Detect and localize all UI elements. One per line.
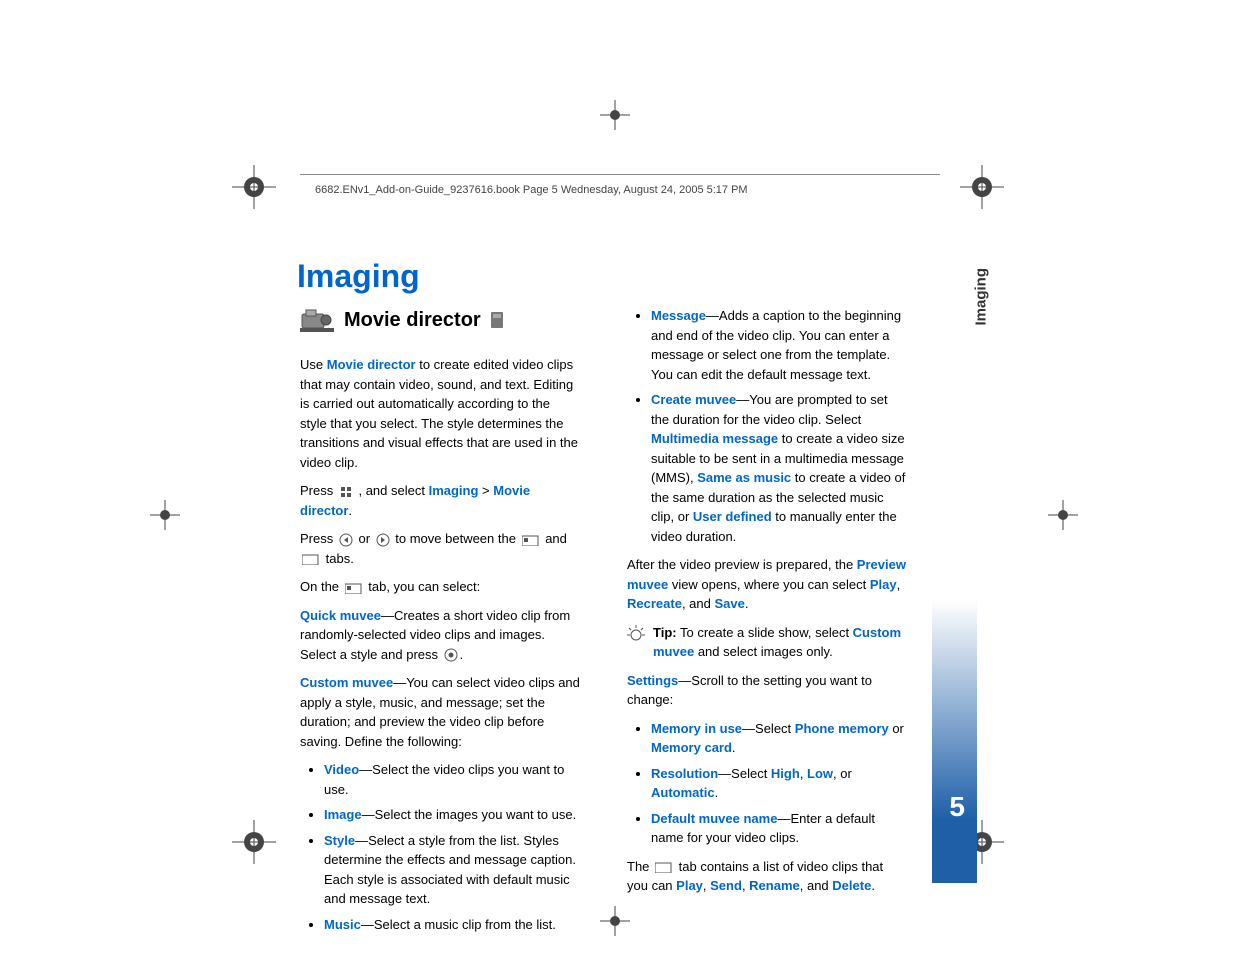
crop-mark-icon: [600, 100, 630, 130]
settings-list: Memory in use—Select Phone memory or Mem…: [627, 719, 907, 848]
list-item: Create muvee—You are prompted to set the…: [651, 390, 907, 546]
list-item: Music—Select a music clip from the list.: [324, 915, 580, 935]
press-select-line: Press , and select Imaging > Movie direc…: [300, 481, 580, 520]
custom-muvee-list-cont: Message—Adds a caption to the beginning …: [627, 306, 907, 546]
list-item: Message—Adds a caption to the beginning …: [651, 306, 907, 384]
tip-block: Tip: To create a slide show, select Cust…: [627, 623, 907, 662]
section-header: Movie director: [300, 305, 505, 335]
crop-mark-icon: [232, 820, 276, 864]
tab1-icon: [345, 582, 363, 594]
press-move-line: Press or to move between the and tabs.: [300, 529, 580, 568]
section-title: Movie director: [344, 305, 481, 335]
custom-muvee-paragraph: Custom muvee—You can select video clips …: [300, 673, 580, 751]
header-rule: [300, 174, 940, 175]
crop-mark-icon: [232, 165, 276, 209]
crop-mark-icon: [150, 500, 180, 530]
tip-icon: [627, 625, 645, 643]
on-tab-line: On the tab, you can select:: [300, 577, 580, 597]
list-item: Resolution—Select High, Low, or Automati…: [651, 764, 907, 803]
memory-card-icon: [491, 312, 505, 328]
settings-paragraph: Settings—Scroll to the setting you want …: [627, 671, 907, 710]
list-item: Style—Select a style from the list. Styl…: [324, 831, 580, 909]
side-label: Imaging: [971, 268, 994, 326]
crop-mark-icon: [600, 906, 630, 936]
right-column: Message—Adds a caption to the beginning …: [627, 306, 907, 905]
page-number: 5: [949, 786, 965, 828]
custom-muvee-list: Video—Select the video clips you want to…: [300, 760, 580, 934]
crop-mark-icon: [1048, 500, 1078, 530]
page-title: Imaging: [297, 252, 420, 300]
preview-paragraph: After the video preview is prepared, the…: [627, 555, 907, 614]
quick-muvee-paragraph: Quick muvee—Creates a short video clip f…: [300, 606, 580, 665]
menu-key-icon: [339, 485, 353, 499]
list-item: Image—Select the images you want to use.: [324, 805, 580, 825]
tab1-icon: [522, 534, 540, 546]
tab-list-paragraph: The tab contains a list of video clips t…: [627, 857, 907, 896]
list-item: Video—Select the video clips you want to…: [324, 760, 580, 799]
list-item: Memory in use—Select Phone memory or Mem…: [651, 719, 907, 758]
intro-paragraph: Use Movie director to create edited vide…: [300, 355, 580, 472]
list-item: Default muvee name—Enter a default name …: [651, 809, 907, 848]
left-column: Use Movie director to create edited vide…: [300, 355, 580, 943]
crop-mark-icon: [960, 165, 1004, 209]
center-key-icon: [444, 648, 458, 662]
header-text: 6682.ENv1_Add-on-Guide_9237616.book Page…: [315, 182, 748, 199]
tab2-icon: [302, 553, 320, 565]
left-key-icon: [339, 533, 353, 547]
right-key-icon: [376, 533, 390, 547]
tab2-icon: [655, 861, 673, 873]
camcorder-icon: [300, 306, 334, 334]
